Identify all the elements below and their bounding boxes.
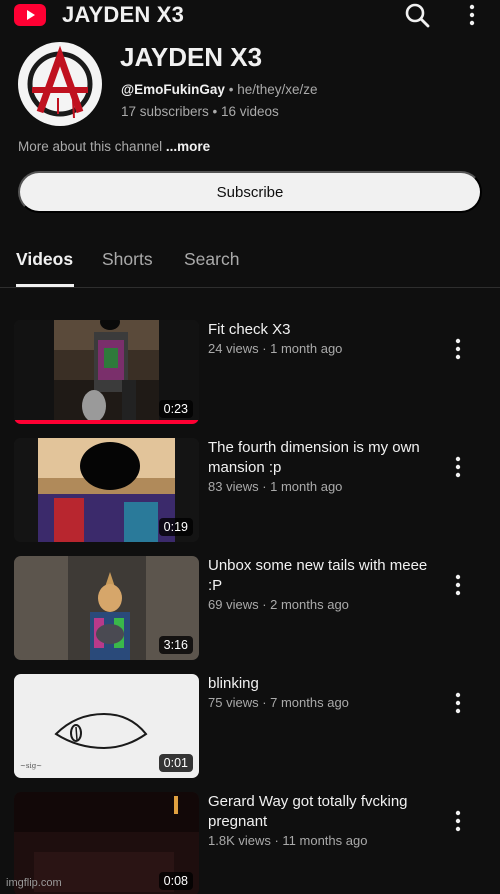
video-title[interactable]: blinking [208,674,428,694]
separator-dot: • [228,82,234,97]
about-channel-link[interactable]: More about this channel ...more [18,139,210,154]
channel-handle-line: @EmoFukinGay • he/they/xe/ze [121,82,318,97]
subscribe-button[interactable]: Subscribe [18,171,482,213]
video-item[interactable]: 0:19 The fourth dimension is my own mans… [14,438,500,542]
video-title[interactable]: Fit check X3 [208,320,428,340]
video-meta: 1.8K views · 11 months ago [208,833,368,848]
video-item[interactable]: 0:08 Gerard Way got totally fvcking preg… [14,792,500,894]
video-duration: 3:16 [158,636,193,654]
active-tab-indicator [16,284,74,287]
search-icon[interactable] [404,2,430,28]
top-app-bar: JAYDEN X3 [0,0,500,32]
video-title[interactable]: The fourth dimension is my own mansion :… [208,438,428,478]
more-vert-icon[interactable] [452,692,464,714]
about-prefix: More about this channel [18,139,163,154]
video-thumbnail[interactable]: ~sig~ 0:01 [14,674,199,778]
video-item[interactable]: 0:23 Fit check X3 24 views · 1 month ago [14,320,500,424]
video-thumbnail[interactable]: 0:23 [14,320,199,424]
video-item[interactable]: ~sig~ 0:01 blinking 75 views · 7 months … [14,674,500,778]
video-item[interactable]: 3:16 Unbox some new tails with meee :P 6… [14,556,500,660]
anarchy-logo-icon [27,45,93,119]
video-duration: 0:01 [158,754,193,772]
imgflip-watermark: imgflip.com [6,877,62,889]
video-duration: 0:19 [158,518,193,536]
video-meta: 24 views · 1 month ago [208,341,343,356]
video-thumbnail[interactable]: 0:19 [14,438,199,542]
about-more[interactable]: ...more [166,139,210,154]
channel-avatar[interactable] [18,42,102,126]
more-vert-icon[interactable] [452,810,464,832]
video-duration: 0:08 [158,872,193,890]
app-bar-title: JAYDEN X3 [62,2,185,27]
channel-handle[interactable]: @EmoFukinGay [121,82,225,97]
more-vert-icon[interactable] [452,574,464,596]
youtube-logo-icon[interactable] [14,4,46,26]
video-duration: 0:23 [158,400,193,418]
svg-text:~sig~: ~sig~ [20,762,42,770]
channel-tabs: Videos Shorts Search [0,236,500,288]
video-title[interactable]: Gerard Way got totally fvcking pregnant [208,792,428,832]
channel-stats: 17 subscribers • 16 videos [121,104,279,119]
watch-progress-bar [14,420,199,424]
video-meta: 69 views · 2 months ago [208,597,349,612]
tab-videos[interactable]: Videos [16,249,73,270]
video-meta: 75 views · 7 months ago [208,695,349,710]
video-title[interactable]: Unbox some new tails with meee :P [208,556,428,596]
tab-shorts[interactable]: Shorts [102,249,153,270]
more-vert-icon[interactable] [464,4,480,26]
video-thumbnail[interactable]: 3:16 [14,556,199,660]
channel-name: JAYDEN X3 [120,42,263,72]
channel-pronouns: he/they/xe/ze [237,82,318,97]
video-meta: 83 views · 1 month ago [208,479,343,494]
more-vert-icon[interactable] [452,338,464,360]
tab-search[interactable]: Search [184,249,239,270]
more-vert-icon[interactable] [452,456,464,478]
